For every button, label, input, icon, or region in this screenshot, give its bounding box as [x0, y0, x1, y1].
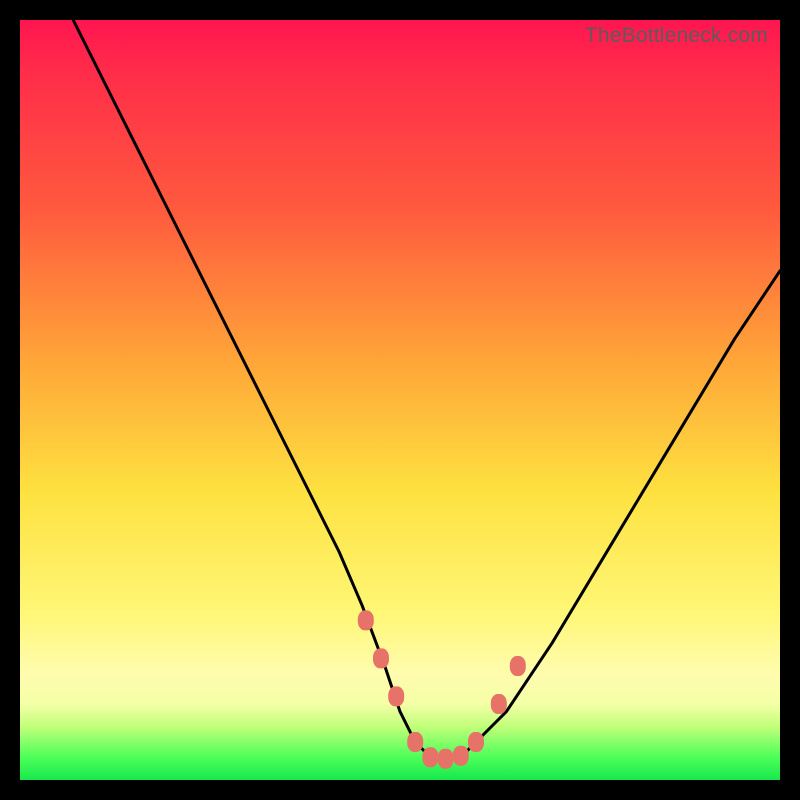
chart-svg [20, 20, 780, 780]
marker-point [510, 656, 526, 676]
marker-point [491, 694, 507, 714]
highlight-markers [358, 610, 526, 768]
plot-area: TheBottleneck.com [20, 20, 780, 780]
marker-point [453, 746, 469, 766]
watermark-text: TheBottleneck.com [585, 24, 768, 48]
marker-point [358, 610, 374, 630]
outer-frame: TheBottleneck.com [0, 0, 800, 800]
marker-point [388, 686, 404, 706]
marker-point [468, 732, 484, 752]
bottleneck-curve [73, 20, 780, 761]
marker-point [438, 749, 454, 769]
marker-point [373, 648, 389, 668]
marker-point [422, 747, 438, 767]
marker-point [407, 732, 423, 752]
